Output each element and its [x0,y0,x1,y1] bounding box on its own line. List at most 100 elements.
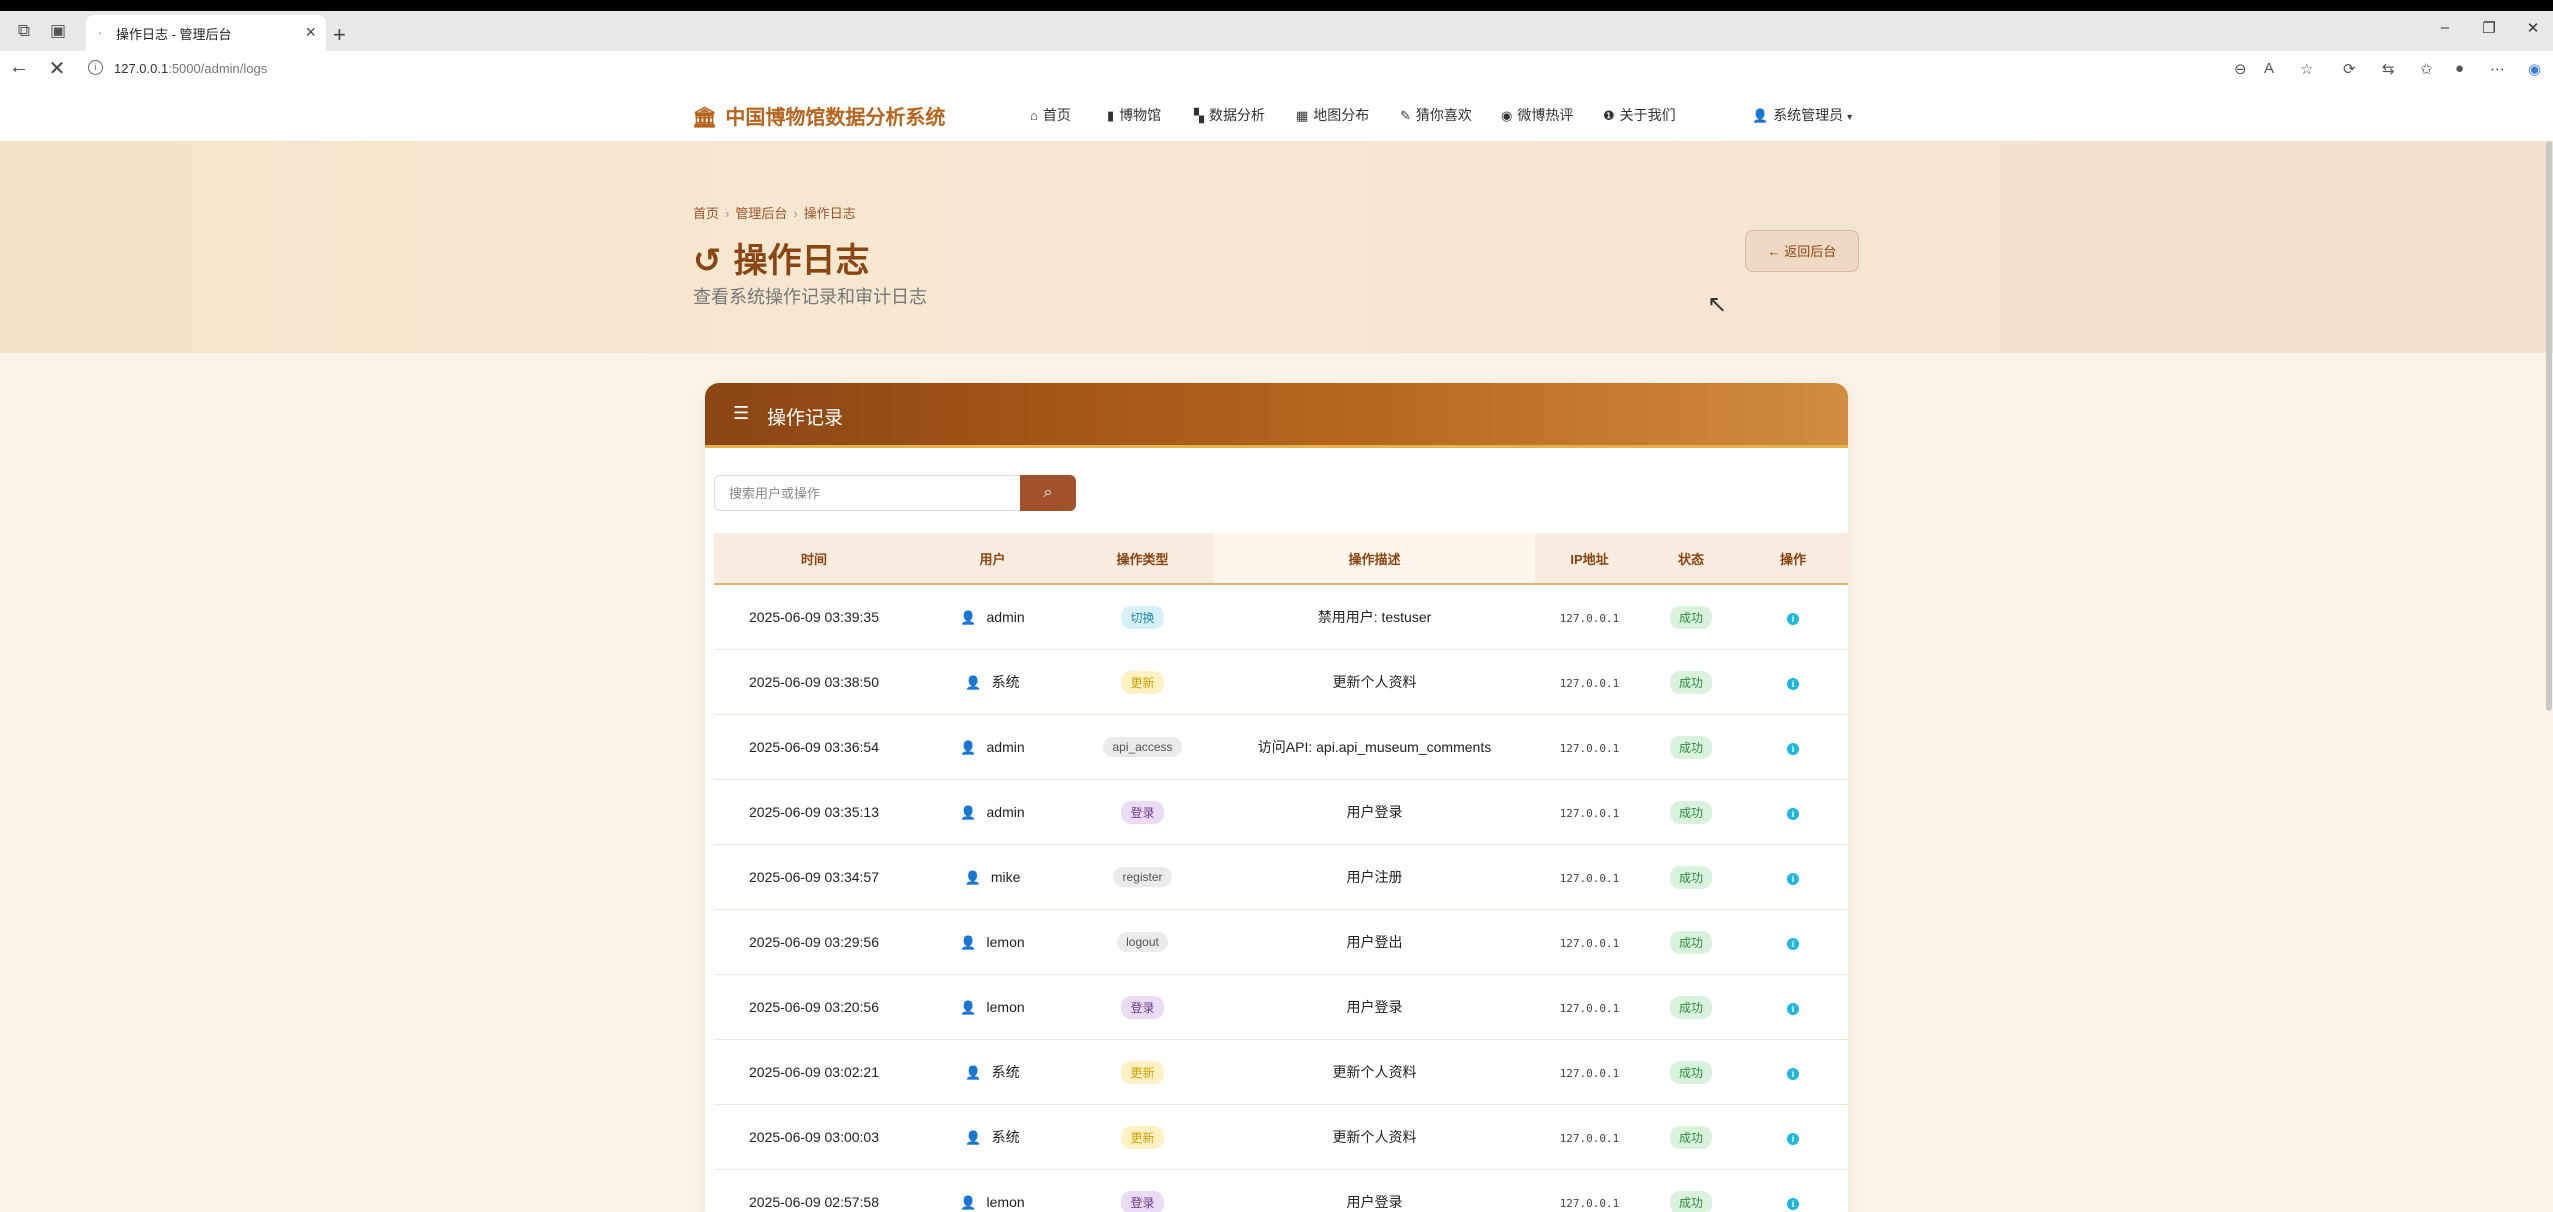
info-icon[interactable]: i [1787,808,1799,820]
card-header: ☰ 操作记录 [705,383,1848,448]
read-aloud-icon[interactable]: A [2264,60,2274,77]
cell-type: logout [1071,909,1214,975]
map-icon: ▦ [1296,108,1309,123]
site-brand[interactable]: 🏛 中国博物馆数据分析系统 [692,101,945,130]
ip-address: 127.0.0.1 [1559,1197,1620,1210]
breadcrumb: 首页 › 管理后台 › 操作日志 [693,203,856,222]
info-icon[interactable]: i [1787,1068,1799,1080]
cell-status: 成功 [1644,779,1738,845]
cell-ip: 127.0.0.1 [1535,1169,1644,1212]
card-title: 操作记录 [767,408,844,429]
info-icon[interactable]: i [1787,743,1799,755]
cell-ip: 127.0.0.1 [1535,1104,1644,1170]
nav-item-museum[interactable]: ▮ 博物馆 [1107,105,1161,125]
url-field[interactable]: i 127.0.0.1:5000/admin/logs [80,55,2260,83]
cell-description: 访问API: api.api_museum_comments [1214,714,1535,780]
nav-item-map[interactable]: ▦ 地图分布 [1296,105,1369,125]
tab-actions-icon[interactable]: ▣ [46,19,70,43]
back-to-admin-button[interactable]: ← 返回后台 [1745,230,1859,272]
breadcrumb-current: 操作日志 [803,206,856,221]
more-menu-icon[interactable]: ⋯ [2490,60,2505,78]
page-title-text: 操作日志 [733,242,870,280]
table-row: 2025-06-09 03:36:54 👤 admin api_access 访问API… [714,714,1848,780]
type-badge: 登录 [1121,1190,1164,1212]
user-icon: 👤 [965,1130,982,1145]
info-icon[interactable]: i [1787,1133,1799,1145]
info-icon[interactable]: i [1787,938,1799,950]
cell-user: 👤 系统 [914,1104,1071,1170]
zoom-icon[interactable]: ⊖ [2234,60,2247,78]
column-header-time[interactable]: 时间 [714,533,914,585]
column-header-type[interactable]: 操作类型 [1071,533,1214,585]
info-icon[interactable]: i [1787,1003,1799,1015]
cell-ip: 127.0.0.1 [1535,584,1644,650]
table-row: 2025-06-09 03:02:21 👤 系统 更新 更新个人资料 127.0.0.1 成… [714,1039,1848,1105]
table-row: 2025-06-09 03:34:57 👤 mike register 用户注册 127.… [714,844,1848,910]
info-icon[interactable]: i [1787,873,1799,885]
breadcrumb-admin[interactable]: 管理后台 [735,206,787,221]
nav-item-about[interactable]: ❶ 关于我们 [1603,105,1676,125]
copilot-icon[interactable]: ◉ [2528,60,2541,78]
ip-address: 127.0.0.1 [1559,612,1620,625]
tab-close-icon[interactable]: × [305,22,316,43]
status-badge: 成功 [1669,930,1712,954]
nav-item-recommend[interactable]: ✎ 猜你喜欢 [1400,105,1472,125]
cell-user: 👤 admin [914,779,1071,845]
status-badge: 成功 [1669,1190,1712,1212]
restore-icon[interactable]: ❐ [2477,19,2501,37]
column-header-user[interactable]: 用户 [914,533,1071,585]
site-info-icon[interactable]: i [88,60,103,75]
page-hero: 首页 › 管理后台 › 操作日志 ↺ 操作日志 查看系统操作记录和审计日志 ← 返回后台 [0,141,2553,353]
refresh-extension-icon[interactable]: ⟳ [2343,60,2356,78]
nav-label: 博物馆 [1119,107,1162,123]
cell-user: 👤 系统 [914,1039,1071,1105]
info-icon[interactable]: i [1787,1198,1799,1210]
window-close-icon[interactable]: ✕ [2521,19,2545,37]
cell-time: 2025-06-09 03:20:56 [714,974,914,1040]
column-header-ip[interactable]: IP地址 [1535,533,1644,585]
cell-ip: 127.0.0.1 [1535,714,1644,780]
cell-type: 切换 [1071,584,1214,650]
table-row: 2025-06-09 03:39:35 👤 admin 切换 禁用用户: testuse… [714,584,1848,650]
cell-ip: 127.0.0.1 [1535,649,1644,715]
cell-type: 登录 [1071,1169,1214,1212]
user-icon: 👤 [964,869,981,885]
minimize-icon[interactable]: – [2433,19,2457,36]
profile-icon[interactable]: ● [2455,60,2464,77]
back-arrow-icon[interactable]: ← [6,56,32,79]
cell-type: 更新 [1071,1039,1214,1105]
nav-item-home[interactable]: ⌂ 首页 [1030,105,1071,125]
cell-time: 2025-06-09 02:57:58 [714,1169,914,1212]
breadcrumb-separator: › [793,206,798,221]
search-input[interactable] [727,476,1011,510]
type-badge: 更新 [1121,670,1164,694]
user-dropdown[interactable]: 👤 系统管理员 ▾ [1752,105,1852,125]
favorite-star-icon[interactable]: ☆ [2300,60,2313,78]
info-icon[interactable]: i [1787,678,1799,690]
user-name: lemon [986,998,1025,1015]
cell-type: 登录 [1071,974,1214,1040]
nav-item-weibo[interactable]: ◉ 微博热评 [1501,105,1573,125]
column-header-description[interactable]: 操作描述 [1214,533,1535,585]
stop-loading-icon[interactable]: ✕ [44,56,70,81]
cell-type: api_access [1071,714,1214,780]
user-name: admin [986,803,1025,820]
split-screen-icon[interactable]: ⇆ [2382,60,2395,78]
cell-time: 2025-06-09 03:35:13 [714,779,914,845]
type-badge: 更新 [1121,1060,1164,1084]
search-button[interactable]: ⌕ [1020,475,1076,511]
breadcrumb-home[interactable]: 首页 [693,206,719,221]
nav-item-analysis[interactable]: ▚ 数据分析 [1194,105,1265,125]
browser-tab-active[interactable]: · 操作日志 - 管理后台 × [86,15,326,51]
column-header-status[interactable]: 状态 [1644,533,1738,585]
column-header-actions[interactable]: 操作 [1738,533,1848,585]
cell-ip: 127.0.0.1 [1535,779,1644,845]
cell-description: 禁用用户: testuser [1214,584,1535,650]
workspaces-icon[interactable]: ⧉ [12,19,36,43]
favorites-icon[interactable]: ✩ [2420,60,2433,78]
page-scrollbar[interactable] [2546,141,2552,711]
info-icon[interactable]: i [1787,613,1799,625]
logs-card: ☰ 操作记录 ⌕ 时间 用户 操作类型 操作描述 IP地址 状态 操作 2025… [705,383,1848,1212]
museum-icon: 🏛 [692,107,718,129]
new-tab-button[interactable]: + [333,24,346,46]
